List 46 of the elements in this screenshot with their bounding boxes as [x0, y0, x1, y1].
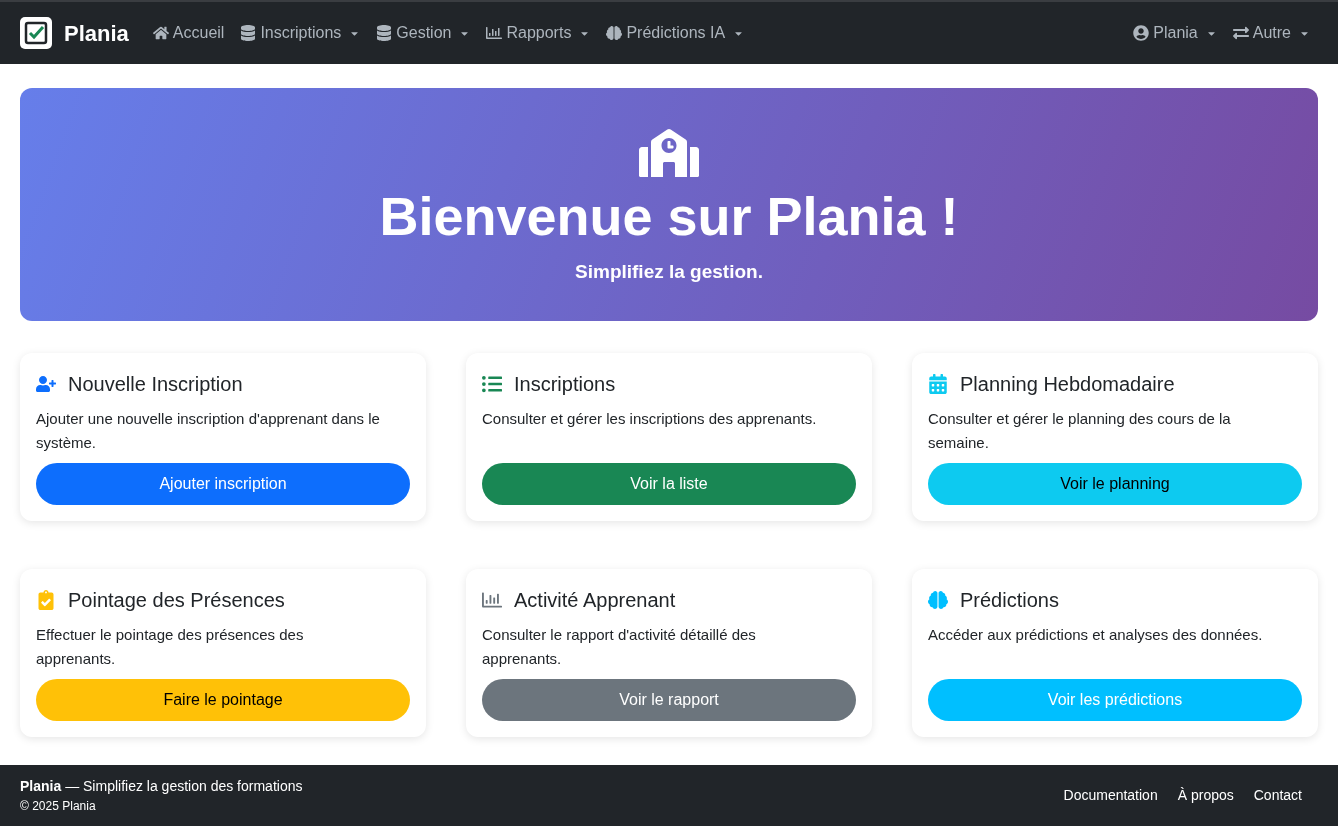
card-button[interactable]: Voir le rapport — [482, 679, 856, 721]
card-text: Consulter et gérer le planning des cours de la semaine. — [928, 409, 1232, 453]
card-text: Effectuer le pointage des présences des apprenants. — [36, 625, 305, 669]
card-title: Nouvelle Inscription — [68, 372, 243, 397]
nav-link[interactable]: Prédictions IA — [606, 21, 745, 45]
brain-icon — [928, 590, 948, 610]
clipboard-check-icon — [36, 590, 56, 610]
card-title: Activité Apprenant — [514, 588, 676, 613]
nav-link[interactable]: Autre — [1232, 21, 1310, 45]
footer-link[interactable]: À propos — [1177, 785, 1234, 806]
user-icon — [1133, 25, 1150, 41]
footer-tagline: Plania — Simplifiez la gestion des formations — [20, 777, 303, 796]
card-button[interactable]: Voir le planning — [928, 463, 1302, 505]
hero-subtitle: Simplifiez la gestion. — [575, 260, 763, 284]
nav-link[interactable]: Rapports — [486, 21, 591, 45]
nav-link[interactable]: Gestion — [376, 21, 471, 45]
database-icon — [240, 25, 257, 41]
brain-icon — [606, 25, 623, 41]
card-text: Accéder aux prédictions et analyses des données. — [928, 625, 1264, 645]
calendar-icon — [928, 374, 948, 394]
swap-arrows-icon — [1232, 25, 1249, 41]
footer-link[interactable]: Documentation — [1063, 785, 1158, 806]
card-title: Inscriptions — [514, 372, 616, 397]
card-title: Prédictions — [960, 588, 1059, 613]
nav-link[interactable]: Plania — [1133, 21, 1217, 45]
user-plus-icon — [36, 374, 56, 394]
nav-link[interactable]: Accueil — [152, 21, 225, 45]
card-text: Consulter le rapport d'activité détaillé des apprenants. — [482, 625, 757, 669]
card-button[interactable]: Faire le pointage — [36, 679, 410, 721]
home-icon — [152, 25, 169, 41]
database-icon — [376, 25, 393, 41]
card-title: Planning Hebdomadaire — [960, 372, 1175, 397]
hero-title: Bienvenue sur Plania ! — [379, 184, 959, 248]
card-text: Consulter et gérer les inscriptions des apprenants. — [482, 409, 818, 429]
logo-icon — [20, 17, 52, 49]
list-icon — [482, 374, 502, 394]
footer-link[interactable]: Contact — [1253, 785, 1302, 806]
card-button[interactable]: Ajouter inscription — [36, 463, 410, 505]
bar-chart-icon — [486, 25, 503, 41]
footer-copyright: © 2025 Plania — [20, 798, 97, 815]
bar-chart-icon — [482, 590, 502, 610]
card-button[interactable]: Voir la liste — [482, 463, 856, 505]
nav-link[interactable]: Inscriptions — [240, 21, 361, 45]
card-title: Pointage des Présences — [68, 588, 285, 613]
brand-name[interactable]: Plania — [64, 16, 129, 50]
card-text: Ajouter une nouvelle inscription d'apprenant dans le système. — [36, 409, 381, 453]
